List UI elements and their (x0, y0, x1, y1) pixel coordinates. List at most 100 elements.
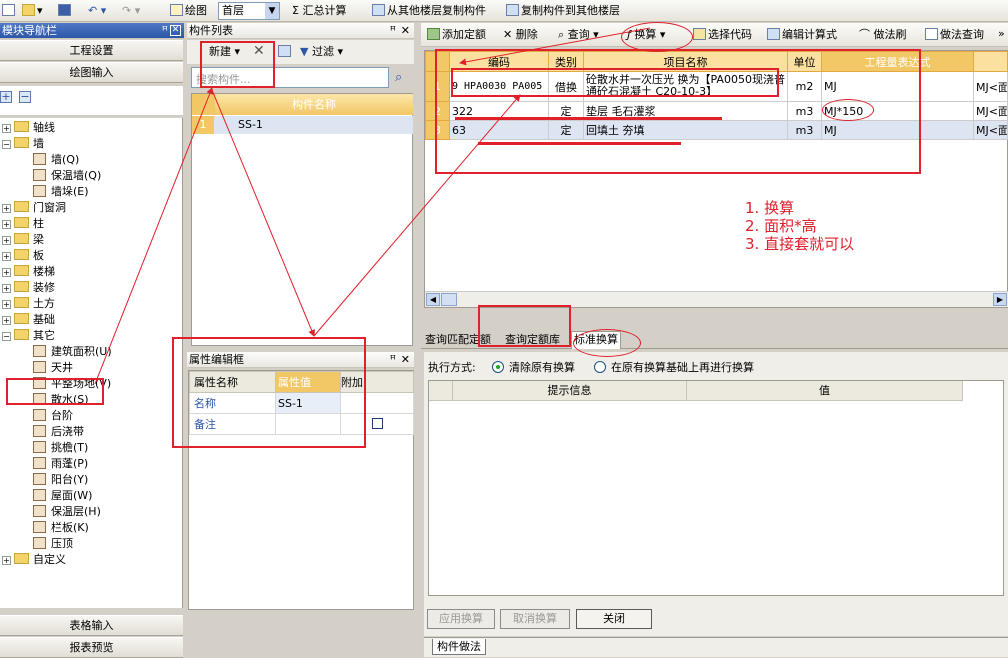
pin-icon[interactable]: ꟸ (390, 23, 396, 39)
apply-convert-button[interactable]: 应用换算 (427, 609, 495, 629)
delete-quota-button[interactable]: ✕ 删除 (503, 27, 538, 43)
method-brush-button[interactable]: ⌒ 做法刷 (859, 27, 907, 43)
table-input-button[interactable]: 表格输入 (0, 615, 183, 636)
folder-icon (14, 217, 29, 228)
copy-component-icon[interactable] (278, 44, 293, 60)
close-button[interactable]: 关闭 (576, 609, 652, 629)
nav-title: 模块导航栏 (2, 24, 57, 37)
insulation-wall-icon (33, 169, 46, 181)
tree-item[interactable]: 雨蓬(P) (33, 456, 88, 472)
tree-item[interactable]: 保温层(H) (33, 504, 101, 520)
collapse-all-icon[interactable]: − (19, 91, 31, 103)
sum-calc-button[interactable]: Σ 汇总计算 (292, 3, 346, 19)
option-clear-radio[interactable]: 清除原有换算 (492, 360, 575, 376)
tree-item[interactable]: 后浇带 (33, 424, 84, 440)
search-icon[interactable]: ⌕ (395, 70, 402, 85)
tree-item[interactable]: 屋面(W) (33, 488, 92, 504)
close-icon[interactable]: ✕ (401, 352, 410, 368)
cancel-convert-button[interactable]: 取消换算 (500, 609, 570, 629)
tree-item-label: 墙 (33, 137, 44, 150)
tree-item[interactable]: + 自定义 (2, 552, 66, 568)
more-icon[interactable]: » (998, 26, 1005, 42)
project-settings-button[interactable]: 工程设置 (0, 40, 183, 61)
coping-icon (33, 537, 46, 549)
add-quota-button[interactable]: 添加定额 (427, 27, 486, 43)
close-icon[interactable]: ✕ (170, 25, 181, 36)
tree-item[interactable]: − 墙 (2, 136, 44, 152)
scroll-left-icon[interactable]: ◀ (426, 293, 440, 306)
copy-from-floor-button[interactable]: 从其他楼层复制构件 (372, 3, 486, 19)
redo-icon[interactable]: ↷ ▾ (122, 3, 140, 19)
collapse-icon[interactable]: − (2, 140, 11, 149)
edit-formula-button[interactable]: 编辑计算式 (767, 27, 837, 43)
tree-item-label: 土方 (33, 297, 55, 310)
query-button[interactable]: ⌕ 查询 ▾ (558, 27, 599, 43)
tree-item[interactable]: + 梁 (2, 232, 44, 248)
expand-icon[interactable]: + (2, 556, 11, 565)
tree-item[interactable]: + 柱 (2, 216, 44, 232)
option-append-radio[interactable]: 在原有换算基础上再进行换算 (594, 360, 754, 376)
drawing-input-button[interactable]: 绘图输入 (0, 62, 183, 83)
tree-item[interactable]: 栏板(K) (33, 520, 89, 536)
report-preview-button[interactable]: 报表预览 (0, 637, 183, 658)
open-folder-icon[interactable]: ▾ (22, 3, 43, 19)
tree-item[interactable]: 阳台(Y) (33, 472, 88, 488)
tree-item[interactable]: + 轴线 (2, 120, 55, 136)
tree-item[interactable]: 墙垛(E) (33, 184, 89, 200)
table-row[interactable]: 1 SS-1 (192, 116, 413, 134)
method-brush-label: 做法刷 (873, 28, 907, 41)
floor-select[interactable]: 首层 ▼ (218, 2, 280, 20)
tree-item-label: 后浇带 (51, 425, 84, 438)
tab-component-method[interactable]: 构件做法 (432, 639, 486, 655)
expand-icon[interactable]: + (2, 316, 11, 325)
tree-item[interactable]: 压顶 (33, 536, 73, 552)
new-file-icon[interactable] (2, 3, 17, 19)
annotation-box-row1 (451, 68, 779, 97)
filter-label: 过滤 (311, 45, 334, 58)
copy-to-floor-button[interactable]: 复制构件到其他楼层 (506, 3, 620, 19)
close-icon[interactable]: ✕ (401, 23, 410, 39)
folder-icon (14, 281, 29, 292)
expand-icon[interactable]: + (2, 124, 11, 133)
scroll-right-icon[interactable]: ▶ (993, 293, 1007, 306)
method-query-button[interactable]: 做法查询 (925, 27, 984, 43)
undo-icon[interactable]: ↶ ▾ (88, 3, 106, 19)
tree-item-label: 墙(Q) (51, 153, 80, 166)
tree-item-label: 梁 (33, 233, 44, 246)
component-table: 构件名称 1 SS-1 (191, 93, 413, 346)
tree-item[interactable]: − 其它 (2, 328, 55, 344)
save-icon[interactable] (58, 3, 73, 19)
tree-item[interactable]: 保温墙(Q) (33, 168, 101, 184)
tree-item[interactable]: 建筑面积(U) (33, 344, 112, 360)
draw-button[interactable]: 绘图 (170, 3, 207, 19)
tree-item[interactable]: + 土方 (2, 296, 55, 312)
expand-icon[interactable]: + (2, 204, 11, 213)
wall-icon (33, 153, 46, 165)
tree-item[interactable]: + 装修 (2, 280, 55, 296)
expand-icon[interactable]: + (2, 300, 11, 309)
tree-item[interactable]: + 基础 (2, 312, 55, 328)
expand-icon[interactable]: + (2, 220, 11, 229)
extra-checkbox[interactable] (371, 417, 383, 429)
filter-button[interactable]: ▼ 过滤 ▾ (300, 44, 343, 60)
pin-icon[interactable]: ꟸ (390, 352, 396, 368)
expand-all-icon[interactable]: + (0, 91, 12, 103)
scroll-thumb[interactable] (441, 293, 457, 306)
pin-icon[interactable]: ꟸ (162, 23, 168, 39)
tree-item[interactable]: + 楼梯 (2, 264, 55, 280)
chevron-down-icon[interactable]: ▼ (265, 3, 279, 19)
collapse-icon[interactable]: − (2, 332, 11, 341)
select-code-button[interactable]: 选择代码 (693, 27, 752, 43)
tree-item[interactable]: + 门窗洞 (2, 200, 66, 216)
tree-item[interactable]: + 板 (2, 248, 44, 264)
expand-icon[interactable]: + (2, 268, 11, 277)
expand-icon[interactable]: + (2, 252, 11, 261)
edit-formula-icon (767, 28, 780, 40)
canopy-icon (33, 457, 46, 469)
tree-item[interactable]: 台阶 (33, 408, 73, 424)
tree-item[interactable]: 挑檐(T) (33, 440, 88, 456)
tree-item[interactable]: 天井 (33, 360, 73, 376)
expand-icon[interactable]: + (2, 284, 11, 293)
expand-icon[interactable]: + (2, 236, 11, 245)
tree-item[interactable]: 墙(Q) (33, 152, 79, 168)
